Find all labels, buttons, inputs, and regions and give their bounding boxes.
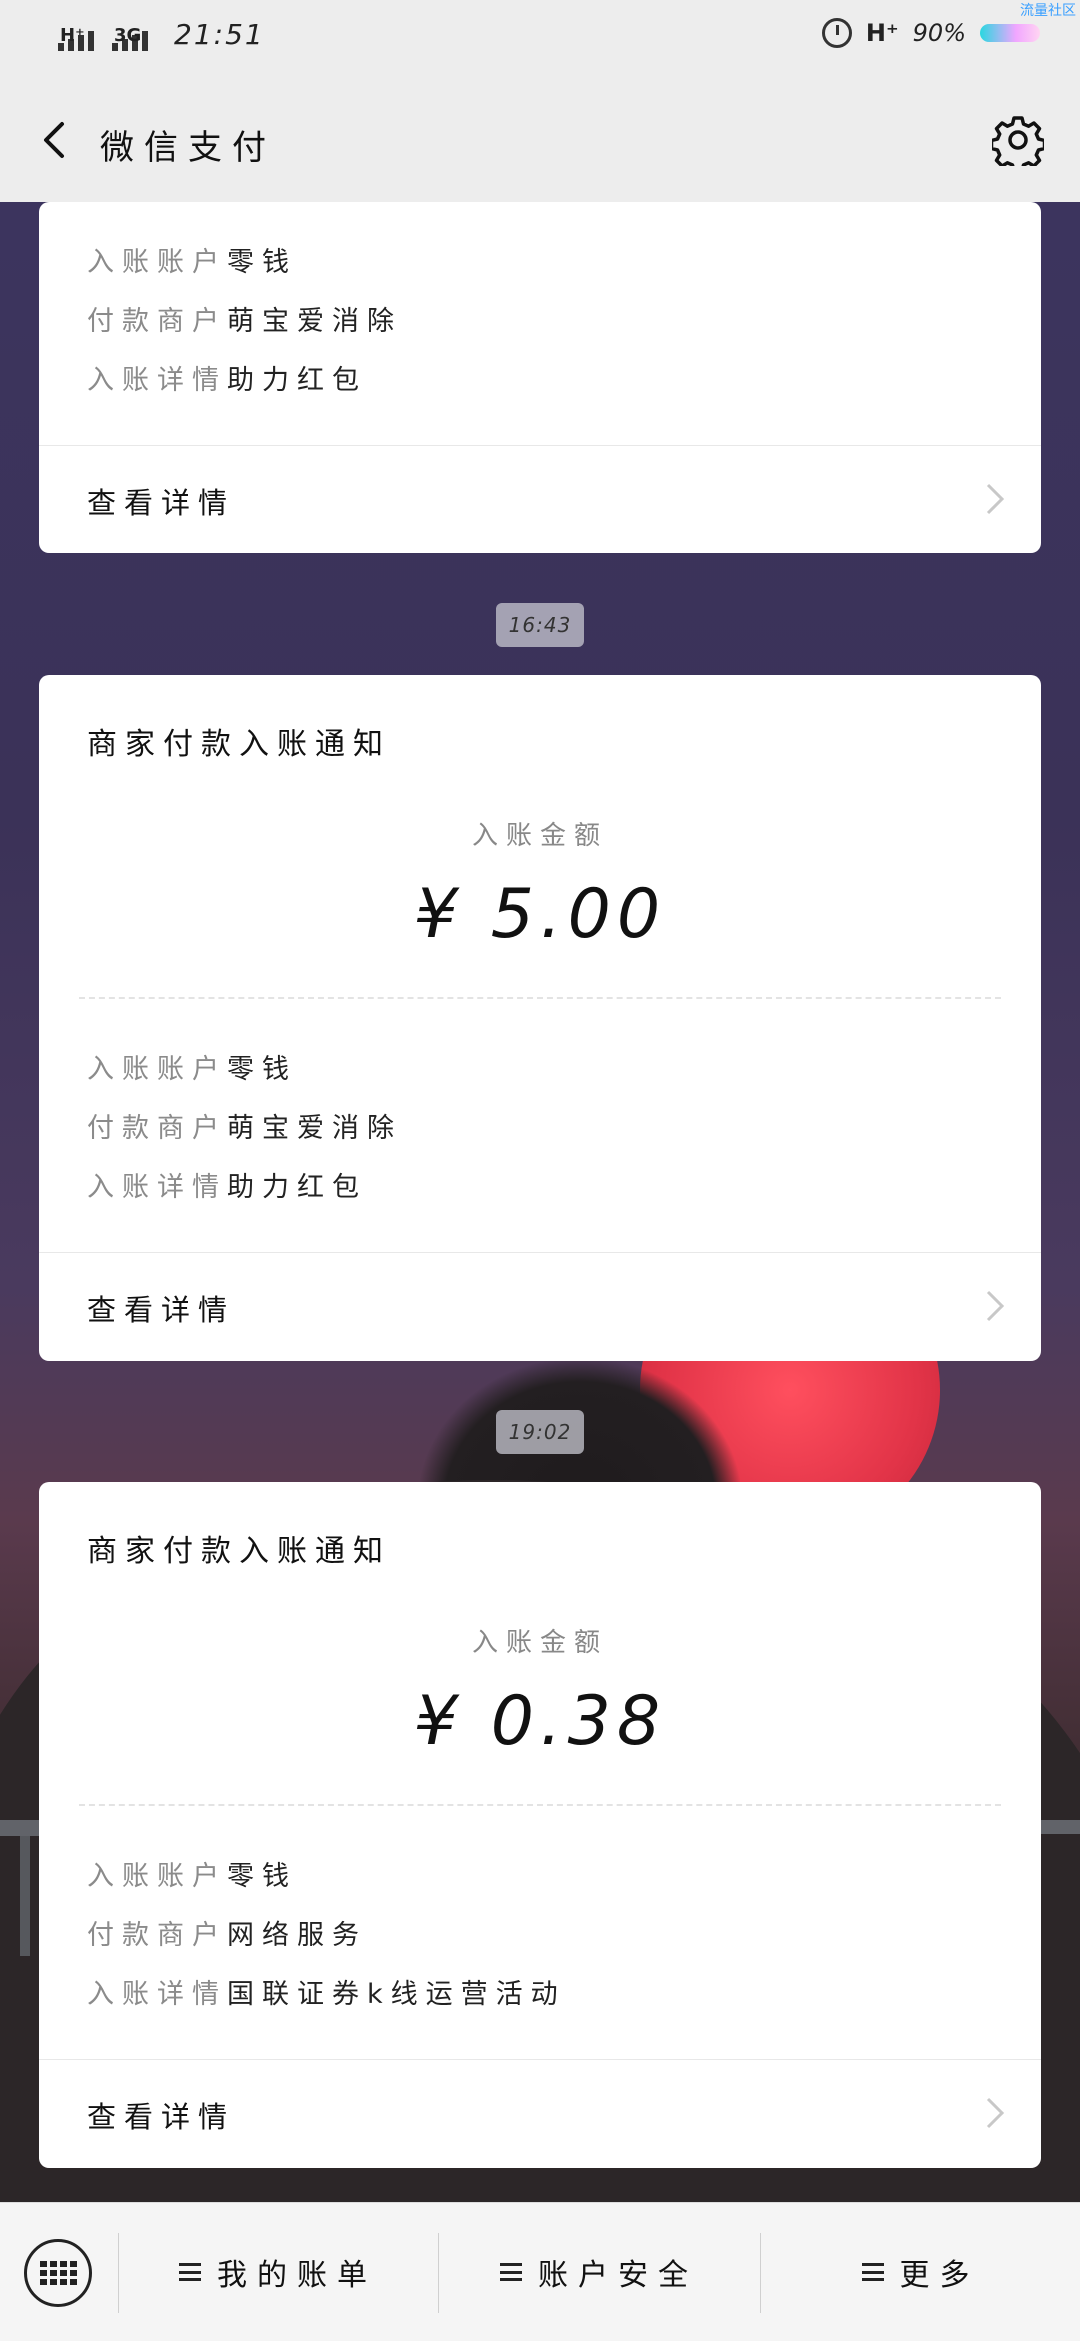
- view-details-row[interactable]: 查看详情: [39, 1253, 1041, 1359]
- detail-key: 入账账户: [87, 1861, 227, 1892]
- view-details-label: 查看详情: [87, 2100, 236, 2134]
- battery-percent: 90%: [912, 19, 966, 47]
- dashed-divider: [79, 997, 1001, 999]
- title-bar: 微信支付: [0, 80, 1080, 202]
- message-card-previous: 入账账户零钱 付款商户萌宝爱消除 入账详情助力红包 查看详情: [39, 202, 1041, 553]
- keyboard-toggle-button[interactable]: [24, 2239, 92, 2307]
- menu-more[interactable]: 更多: [761, 2203, 1080, 2341]
- menu-account-security[interactable]: 账户安全: [439, 2203, 759, 2341]
- chevron-right-icon: [986, 483, 1005, 515]
- view-details-row[interactable]: 查看详情: [39, 446, 1041, 552]
- message-card: 商家付款入账通知 入账金额 ¥ 5.00 入账账户零钱 付款商户萌宝爱消除 入账…: [39, 675, 1041, 1361]
- detail-value: 零钱: [227, 1054, 297, 1085]
- card-title: 商家付款入账通知: [87, 1534, 391, 1569]
- bridge-pillar: [20, 1836, 30, 1956]
- page-title: 微信支付: [100, 128, 276, 168]
- detail-key: 入账详情: [87, 1979, 227, 2010]
- gear-icon[interactable]: [992, 114, 1044, 166]
- detail-row: 入账账户零钱: [87, 1854, 297, 1893]
- bottom-menu-bar: 我的账单 账户安全 更多: [0, 2202, 1080, 2341]
- message-card: 商家付款入账通知 入账金额 ¥ 0.38 入账账户零钱 付款商户网络服务 入账详…: [39, 1482, 1041, 2168]
- keyboard-icon: [39, 2261, 77, 2285]
- detail-value: 助力红包: [227, 365, 367, 396]
- detail-key: 入账详情: [87, 1172, 227, 1203]
- status-time: 21:51: [174, 18, 265, 51]
- detail-key: 付款商户: [87, 306, 227, 337]
- amount-label: 入账金额: [471, 1628, 608, 1658]
- signal-1-label: H⁺: [60, 25, 85, 46]
- status-left: H⁺ 3G 21:51: [58, 18, 265, 51]
- detail-row: 入账详情助力红包: [87, 1165, 367, 1204]
- view-details-label: 查看详情: [87, 1293, 236, 1327]
- detail-row: 付款商户萌宝爱消除: [87, 1106, 402, 1145]
- menu-my-bills[interactable]: 我的账单: [119, 2203, 437, 2341]
- corner-watermark: 流量社区: [1020, 3, 1076, 19]
- message-timestamp: 19:02: [496, 1410, 584, 1454]
- battery-icon: [980, 24, 1040, 42]
- amount-value: ¥ 5.00: [413, 875, 667, 954]
- detail-value: 网络服务: [227, 1920, 367, 1951]
- detail-key: 付款商户: [87, 1113, 227, 1144]
- detail-row: 入账账户零钱: [87, 240, 297, 279]
- view-details-row[interactable]: 查看详情: [39, 2060, 1041, 2166]
- menu-label: 我的账单: [217, 2258, 377, 2293]
- menu-list-icon: [179, 2263, 201, 2281]
- status-right: H⁺ 90%: [821, 18, 1040, 48]
- back-arrow-icon[interactable]: [36, 120, 76, 160]
- detail-row: 付款商户网络服务: [87, 1913, 367, 1952]
- chevron-right-icon: [986, 2097, 1005, 2129]
- detail-row: 付款商户萌宝爱消除: [87, 299, 402, 338]
- detail-key: 入账账户: [87, 1054, 227, 1085]
- detail-row: 入账详情国联证券k线运营活动: [87, 1972, 566, 2011]
- dashed-divider: [79, 1804, 1001, 1806]
- status-bar: H⁺ 3G 21:51 H⁺ 90% 流量社区: [0, 0, 1080, 80]
- amount-value: ¥ 0.38: [413, 1682, 667, 1761]
- menu-list-icon: [500, 2263, 522, 2281]
- detail-value: 国联证券k线运营活动: [227, 1979, 566, 2010]
- signal-2-label: 3G: [114, 25, 142, 46]
- detail-value: 萌宝爱消除: [227, 306, 402, 337]
- signal-1: H⁺: [58, 25, 94, 51]
- alarm-icon: [821, 18, 852, 48]
- detail-row: 入账账户零钱: [87, 1047, 297, 1086]
- detail-key: 入账详情: [87, 365, 227, 396]
- card-title: 商家付款入账通知: [87, 727, 391, 762]
- chevron-right-icon: [986, 1290, 1005, 1322]
- network-indicator: H⁺: [865, 19, 899, 47]
- menu-label: 更多: [899, 2258, 980, 2293]
- menu-label: 账户安全: [538, 2258, 698, 2293]
- detail-row: 入账详情助力红包: [87, 358, 367, 397]
- detail-value: 零钱: [227, 247, 297, 278]
- detail-value: 助力红包: [227, 1172, 367, 1203]
- view-details-label: 查看详情: [87, 486, 236, 520]
- detail-value: 零钱: [227, 1861, 297, 1892]
- signal-2: 3G: [112, 25, 148, 51]
- message-timestamp: 16:43: [496, 603, 584, 647]
- amount-label: 入账金额: [471, 821, 608, 851]
- detail-key: 入账账户: [87, 247, 227, 278]
- detail-value: 萌宝爱消除: [227, 1113, 402, 1144]
- menu-list-icon: [861, 2263, 884, 2281]
- detail-key: 付款商户: [87, 1920, 227, 1951]
